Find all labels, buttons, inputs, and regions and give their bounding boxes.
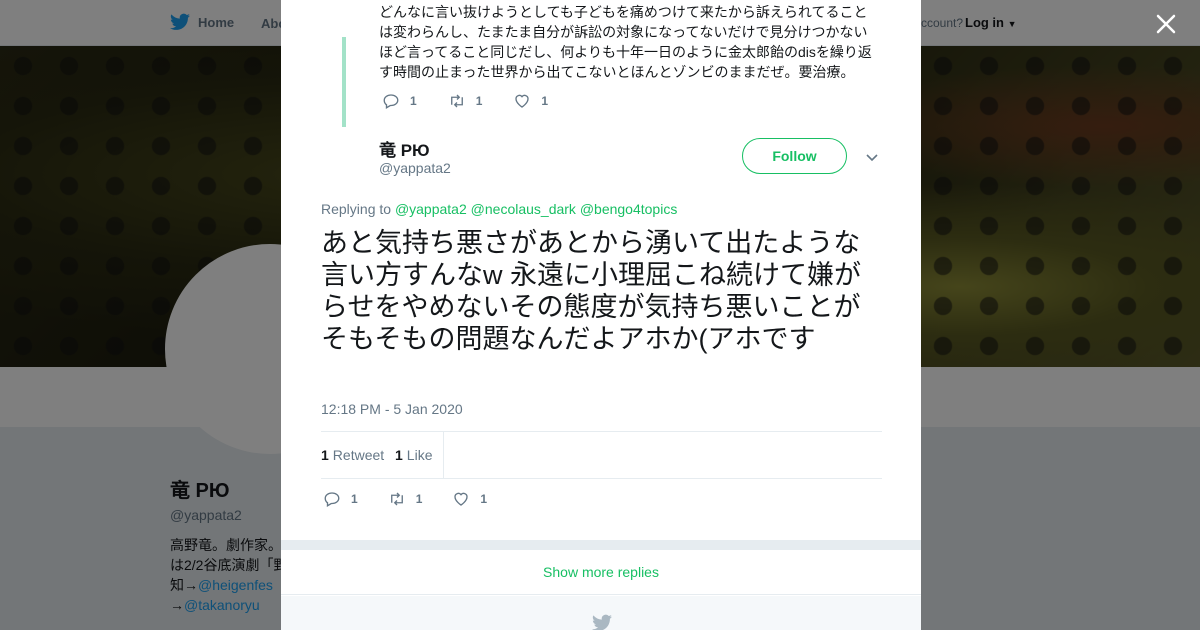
twitter-bird-icon xyxy=(592,614,612,630)
likes-label: Like xyxy=(406,447,433,463)
follow-button[interactable]: Follow xyxy=(742,138,847,174)
chevron-down-icon[interactable] xyxy=(865,150,879,164)
close-icon[interactable] xyxy=(1154,12,1178,36)
section-divider xyxy=(281,540,921,550)
retweet-count: 1 xyxy=(415,492,423,506)
thread-connector-line xyxy=(342,37,346,127)
retweet-count: 1 xyxy=(475,94,483,108)
heart-icon xyxy=(515,94,530,108)
mention-link[interactable]: @necolaus_dark xyxy=(471,201,576,217)
stats-divider xyxy=(443,432,444,478)
mention-link[interactable]: @bengo4topics xyxy=(580,201,678,217)
like-count: 1 xyxy=(541,94,549,108)
context-tweet-actions: 1 1 1 xyxy=(382,92,548,110)
like-count: 1 xyxy=(480,492,488,506)
tweet-text: あと気持ち悪さがあとから湧いて出たような言い方すんなw 永遠に小理屈こね続けて嫌… xyxy=(321,228,861,354)
retweet-button[interactable]: 1 xyxy=(388,490,423,508)
reply-button[interactable]: 1 xyxy=(323,490,358,508)
tweet-stats: 1 Retweet 1 Like xyxy=(321,431,882,479)
show-more-replies-button[interactable]: Show more replies xyxy=(281,550,921,595)
reply-icon xyxy=(383,94,399,109)
reply-count: 1 xyxy=(410,94,417,108)
tweet-modal: どんなに言い抜けようとしても子どもを痛めつけて来たから訴えられてることは変わらん… xyxy=(281,0,921,630)
mention-link[interactable]: @yappata2 xyxy=(395,201,467,217)
reply-icon xyxy=(324,492,340,507)
like-button[interactable]: 1 xyxy=(452,490,487,508)
tweet-actions: 1 1 1 xyxy=(323,490,487,508)
tweet-author-name[interactable]: 竜 РЮ xyxy=(379,136,430,161)
replying-to-label: Replying to xyxy=(321,201,392,217)
retweets-stat[interactable]: 1 Retweet xyxy=(321,447,384,463)
heart-icon xyxy=(454,492,469,506)
retweets-number: 1 xyxy=(321,447,329,463)
modal-footer xyxy=(281,596,921,630)
retweet-button[interactable]: 1 xyxy=(448,92,483,110)
reply-count: 1 xyxy=(351,492,358,506)
likes-stat[interactable]: 1 Like xyxy=(395,447,432,463)
retweets-label: Retweet xyxy=(332,447,385,463)
likes-number: 1 xyxy=(395,447,403,463)
tweet-author-handle[interactable]: @yappata2 xyxy=(379,160,451,176)
context-tweet-text: どんなに言い抜けようとしても子どもを痛めつけて来たから訴えられてることは変わらん… xyxy=(379,4,872,80)
retweet-icon xyxy=(390,492,403,506)
reply-button[interactable]: 1 xyxy=(382,92,417,110)
like-button[interactable]: 1 xyxy=(513,92,548,110)
tweet-timestamp[interactable]: 12:18 PM - 5 Jan 2020 xyxy=(321,401,463,417)
retweet-icon xyxy=(450,94,463,108)
replying-to-line: Replying to @yappata2 @necolaus_dark @be… xyxy=(321,201,677,217)
